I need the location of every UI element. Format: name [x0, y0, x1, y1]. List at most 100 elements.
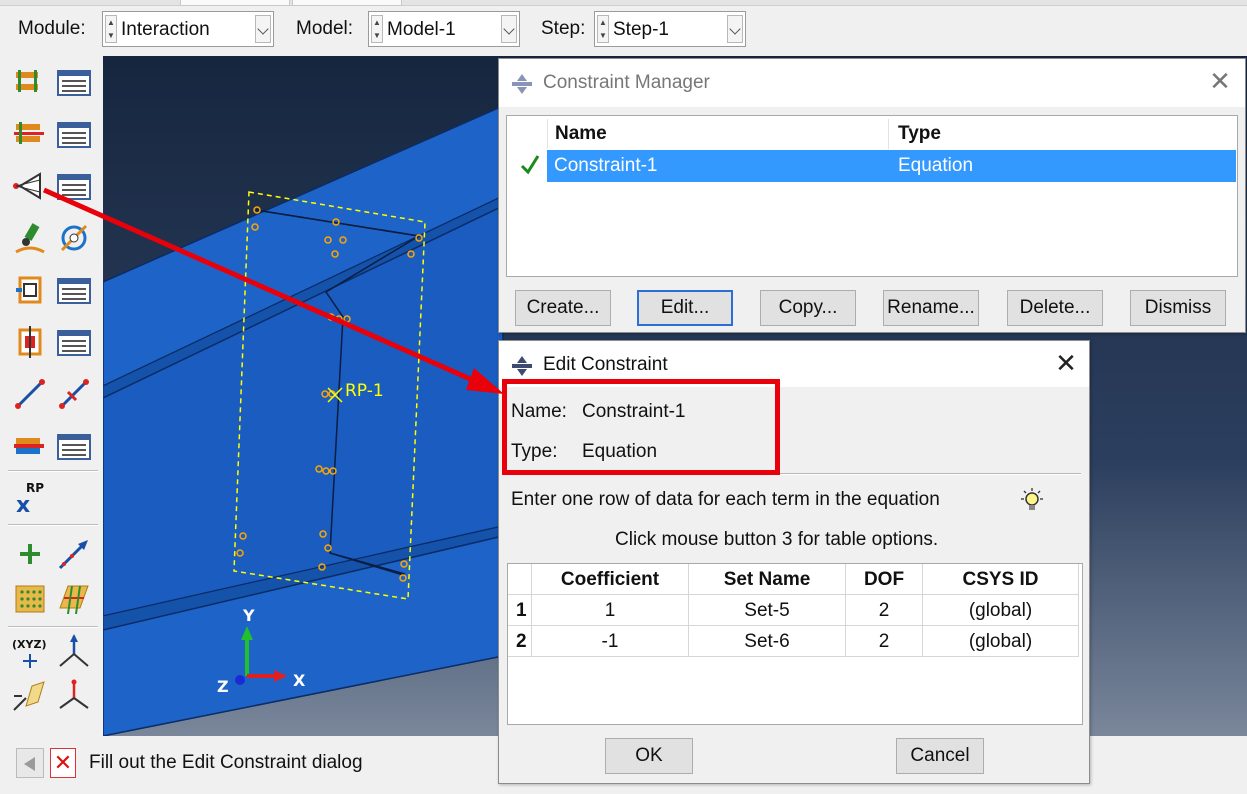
copy-button[interactable]: Copy...: [760, 290, 856, 326]
create-inertia-icon[interactable]: [10, 534, 50, 574]
row-number: 1: [508, 595, 532, 626]
toolbox: RP x (XYZ): [0, 56, 103, 736]
abaqus-dialog-icon: [512, 74, 532, 94]
close-icon[interactable]: ✕: [1051, 349, 1081, 379]
create-wire-feature-icon[interactable]: [10, 270, 50, 310]
triad-z: Z: [217, 677, 229, 696]
create-set-icon[interactable]: [10, 578, 50, 618]
column-header-dof[interactable]: DOF: [846, 564, 923, 595]
dof-cell[interactable]: 2: [846, 595, 923, 626]
table-options-hint: Click mouse button 3 for table options.: [615, 529, 939, 550]
module-spinner[interactable]: ▲ ▼: [105, 15, 117, 43]
create-datum-csys-icon[interactable]: [54, 676, 94, 716]
tab-stub[interactable]: [180, 0, 290, 6]
xyz-text: (XYZ): [12, 638, 46, 651]
module-label: Module:: [18, 18, 86, 39]
row-number: 2: [508, 626, 532, 657]
create-surface-icon[interactable]: [54, 578, 94, 618]
chevron-down-icon[interactable]: [255, 15, 271, 43]
lightbulb-icon[interactable]: [1019, 487, 1045, 515]
step-spinner[interactable]: ▲ ▼: [597, 15, 609, 43]
model-combo[interactable]: ▲ ▼ Model-1: [368, 11, 520, 47]
triad-x: X: [293, 671, 306, 690]
abaqus-dialog-icon: [512, 356, 532, 376]
dof-cell[interactable]: 2: [846, 626, 923, 657]
interaction-property-manager-icon[interactable]: [54, 114, 94, 154]
constraint-row[interactable]: Constraint-1 Equation: [547, 150, 1236, 182]
back-arrow-icon[interactable]: [16, 748, 44, 778]
toolbox-separator: [8, 470, 98, 472]
connector-section-manager-icon[interactable]: [54, 270, 94, 310]
amplitude-manager-icon[interactable]: [54, 426, 94, 466]
model-value: Model-1: [387, 19, 456, 40]
constraint-manager-dialog: Constraint Manager ✕ Name Type Constrain…: [498, 58, 1246, 333]
create-datum-axis-icon[interactable]: [54, 632, 94, 672]
edit-button[interactable]: Edit...: [637, 290, 733, 326]
find-contact-pairs-icon[interactable]: [10, 218, 50, 258]
delete-button[interactable]: Delete...: [1007, 290, 1103, 326]
tab-stub[interactable]: [292, 0, 402, 6]
triad-y: Y: [242, 606, 255, 625]
column-header-name[interactable]: Name: [547, 119, 889, 149]
coefficient-cell[interactable]: -1: [532, 626, 689, 657]
create-connector-assignment-icon[interactable]: [54, 374, 94, 414]
context-bar: Module: ▲ ▼ Interaction Model: ▲ ▼ Model-1…: [0, 0, 1247, 56]
create-wire-icon[interactable]: [10, 374, 50, 414]
constraint-list[interactable]: Name Type Constraint-1 Equation: [506, 115, 1238, 277]
create-interaction-property-icon[interactable]: [10, 114, 50, 154]
svg-text:x: x: [16, 493, 30, 516]
prompt-message: Fill out the Edit Constraint dialog: [89, 752, 363, 773]
toolbox-separator: [8, 626, 98, 628]
constraint-manager-icon[interactable]: [54, 166, 94, 206]
create-button[interactable]: Create...: [515, 290, 611, 326]
dismiss-button[interactable]: Dismiss: [1130, 290, 1226, 326]
create-datum-plane-icon[interactable]: [10, 676, 50, 716]
step-combo[interactable]: ▲ ▼ Step-1: [594, 11, 746, 47]
rename-button[interactable]: Rename...: [883, 290, 979, 326]
set-name-cell[interactable]: Set-6: [689, 626, 846, 657]
edit-constraint-title: Edit Constraint: [543, 354, 668, 375]
step-value: Step-1: [613, 19, 669, 40]
chevron-down-icon[interactable]: [727, 15, 743, 43]
coefficient-cell[interactable]: 1: [532, 595, 689, 626]
tab-strip: [0, 0, 1247, 6]
row-number-header: [508, 564, 532, 595]
constraint-name-cell: Constraint-1: [554, 155, 658, 176]
step-label: Step:: [541, 18, 586, 39]
create-fastener-icon[interactable]: [10, 322, 50, 362]
close-icon[interactable]: ✕: [1205, 67, 1235, 97]
set-name-cell[interactable]: Set-5: [689, 595, 846, 626]
highlight-box: [502, 379, 780, 475]
fastener-manager-icon[interactable]: [54, 322, 94, 362]
module-combo[interactable]: ▲ ▼ Interaction: [102, 11, 274, 47]
cancel-procedure-icon[interactable]: ✕: [50, 748, 76, 778]
model-label: Model:: [296, 18, 354, 39]
constraint-type-cell: Equation: [898, 155, 974, 176]
column-header-csys-id[interactable]: CSYS ID: [923, 564, 1079, 595]
create-connector-section-icon[interactable]: [54, 218, 94, 258]
active-checkmark-icon[interactable]: [519, 152, 541, 178]
csys-id-cell[interactable]: (global): [923, 595, 1079, 626]
cancel-button[interactable]: Cancel: [896, 738, 984, 774]
create-constraint-icon[interactable]: [10, 166, 50, 206]
reference-point-icon[interactable]: RP x: [10, 476, 50, 516]
column-header-type[interactable]: Type: [891, 119, 1235, 149]
equation-table[interactable]: Coefficient Set Name DOF CSYS ID 1 1 Set…: [507, 563, 1083, 725]
model-spinner[interactable]: ▲ ▼: [371, 15, 383, 43]
create-crack-icon[interactable]: [54, 534, 94, 574]
rp1-label: RP-1: [345, 381, 384, 401]
create-amplitude-icon[interactable]: [10, 426, 50, 466]
column-header-coefficient[interactable]: Coefficient: [532, 564, 689, 595]
instruction-text: Enter one row of data for each term in t…: [511, 489, 940, 510]
ok-button[interactable]: OK: [605, 738, 693, 774]
constraint-manager-titlebar[interactable]: Constraint Manager ✕: [499, 59, 1245, 107]
column-header-set-name[interactable]: Set Name: [689, 564, 846, 595]
module-value: Interaction: [121, 19, 210, 40]
interaction-manager-icon[interactable]: [54, 62, 94, 102]
create-interaction-icon[interactable]: [10, 62, 50, 102]
csys-id-cell[interactable]: (global): [923, 626, 1079, 657]
chevron-down-icon[interactable]: [501, 15, 517, 43]
create-datum-point-icon[interactable]: (XYZ): [10, 632, 50, 672]
toolbox-separator: [8, 524, 98, 526]
constraint-manager-title: Constraint Manager: [543, 72, 710, 93]
